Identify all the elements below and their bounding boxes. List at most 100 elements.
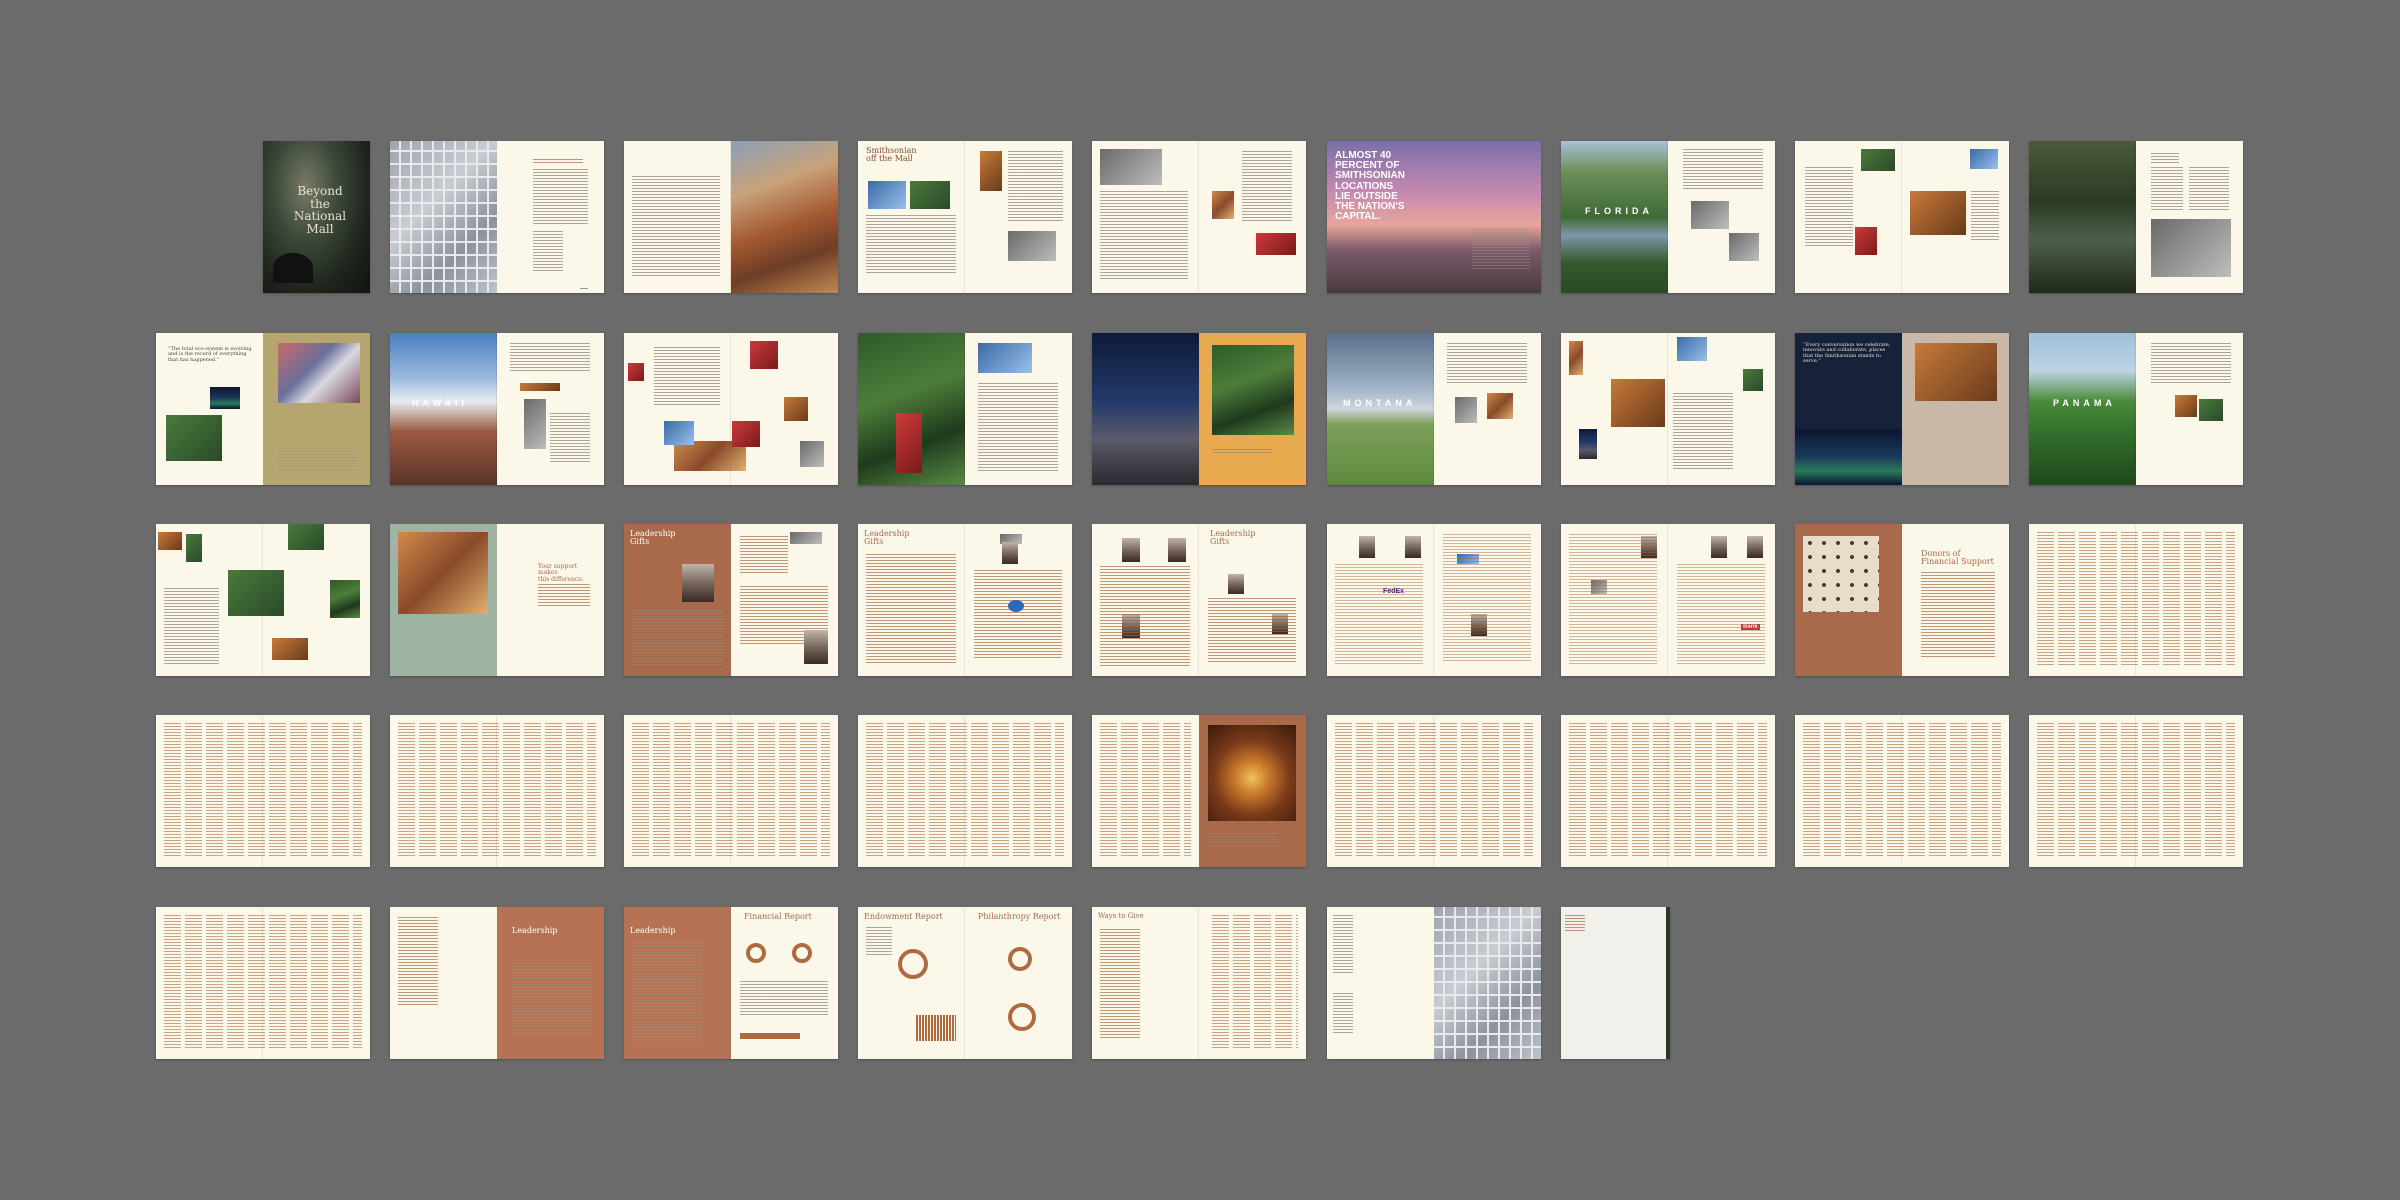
page-thumbnail-spread[interactable]: [1327, 907, 1541, 1059]
page-thumbnail-spread[interactable]: [2029, 715, 2243, 867]
page-thumbnail-spread[interactable]: [624, 715, 838, 867]
leadership-gifts-title-line: Gifts: [1210, 537, 1230, 547]
page-thumbnail-spread[interactable]: MONTANA: [1327, 333, 1541, 485]
page-thumbnail-spread[interactable]: [156, 715, 370, 867]
page-thumbnail-spread[interactable]: [2029, 141, 2243, 293]
page-thumbnail-spread[interactable]: [1327, 715, 1541, 867]
photo: [166, 415, 222, 461]
page-thumbnail-spread[interactable]: ALMOST 40 PERCENT OF SMITHSONIAN LOCATIO…: [1327, 141, 1541, 293]
pull-quote: “The total eco-system is evolving and is…: [168, 346, 252, 363]
canoe-image: [520, 383, 560, 391]
page-thumbnail-spread[interactable]: Leadership: [390, 907, 604, 1059]
page-thumbnail-spread[interactable]: FedEx: [1327, 524, 1541, 676]
page-fold: [730, 715, 731, 867]
page-thumbnail-spread[interactable]: “Every conversation we celebrate, innova…: [1795, 333, 2009, 485]
cover-title-line: Beyond: [297, 184, 343, 198]
page-thumbnail-spread[interactable]: [1092, 715, 1306, 867]
page-thumbnail-spread[interactable]: HAWAII: [390, 333, 604, 485]
page-thumbnail-spread[interactable]: [1795, 715, 2009, 867]
body-text: [1921, 572, 1995, 658]
page-thumbnail-spread[interactable]: Endowment Report Philanthropy Report: [858, 907, 1072, 1059]
page-thumbnail-cover[interactable]: Beyond the National Mall: [263, 141, 370, 293]
page-thumbnail-back-cover[interactable]: [1561, 907, 1670, 1059]
body-text: [1443, 534, 1531, 662]
donor-name-columns: [632, 723, 830, 857]
page-fold: [2135, 333, 2136, 485]
photo: [1910, 191, 1966, 235]
support-headline-line: Your support makes: [538, 563, 578, 577]
page-thumbnail-spread[interactable]: Leadership Gifts: [624, 524, 838, 676]
photo: [278, 343, 360, 403]
page-thumbnail-spread[interactable]: [858, 333, 1072, 485]
photo: [1803, 536, 1879, 612]
page-fold: [1198, 907, 1199, 1059]
photo: [186, 534, 202, 562]
page-thumbnail-spread[interactable]: Leadership Gifts: [1092, 524, 1306, 676]
photo: [784, 397, 808, 421]
photo: [980, 151, 1002, 191]
stamp-collage-image: [390, 141, 497, 293]
page-thumbnail-spread[interactable]: Bank: [1561, 524, 1775, 676]
body-text: [978, 383, 1058, 471]
page-thumbnail-spread[interactable]: [156, 524, 370, 676]
page-thumbnail-spread[interactable]: [1795, 141, 2009, 293]
page-thumbnail-spread[interactable]: Ways to Give: [1092, 907, 1306, 1059]
donor-name-columns: [398, 723, 596, 857]
page-thumbnail-spread[interactable]: [624, 141, 838, 293]
page-thumbnail-spread[interactable]: [1561, 333, 1775, 485]
page-thumbnail-spread[interactable]: “The total eco-system is evolving and is…: [156, 333, 370, 485]
page-fold: [262, 907, 263, 1059]
caption: [278, 451, 358, 471]
portrait-photo: [682, 564, 714, 602]
photo: [158, 532, 182, 550]
body-text: [1100, 191, 1188, 281]
callout-almost-40: ALMOST 40 PERCENT OF SMITHSONIAN LOCATIO…: [1335, 150, 1405, 222]
body-text: [1335, 564, 1423, 664]
photo: [2151, 219, 2231, 277]
donor-name-columns: [2037, 532, 2235, 666]
logo: [1008, 600, 1024, 612]
page-thumbnail-spread[interactable]: [390, 141, 604, 293]
page-thumbnail-spread[interactable]: [624, 333, 838, 485]
page-thumbnail-spread[interactable]: [2029, 524, 2243, 676]
photo: [1970, 149, 1998, 169]
page-thumbnail-spread[interactable]: FLORIDA: [1561, 141, 1775, 293]
leadership-gifts-title: Leadership Gifts: [1210, 529, 1255, 547]
page-thumbnail-spread[interactable]: Leadership Gifts: [858, 524, 1072, 676]
photo: [628, 363, 644, 381]
page-thumbnail-spread[interactable]: Your support makes this difference.: [390, 524, 604, 676]
observatory-photo: [1092, 333, 1199, 485]
body-text: [398, 917, 438, 1007]
page-number: [580, 288, 588, 289]
body-text: [510, 343, 590, 373]
page-fold: [2135, 141, 2136, 293]
river-photo: [1561, 141, 1668, 293]
page-thumbnail-spread[interactable]: [1092, 141, 1306, 293]
callout-hawaii: HAWAII: [412, 398, 469, 408]
photo: [330, 580, 360, 618]
photo: [1569, 341, 1583, 375]
caption: [1208, 833, 1278, 847]
page-thumbnail-spread[interactable]: Leadership Financial Report: [624, 907, 838, 1059]
page-thumbnail-spread[interactable]: [1092, 333, 1306, 485]
dinosaur-photo: [1915, 343, 1997, 401]
callout-florida: FLORIDA: [1585, 206, 1653, 216]
donor-name-columns: [1100, 723, 1191, 857]
portrait-photo: [1002, 542, 1018, 564]
leadership-gifts-title: Leadership Gifts: [630, 529, 676, 547]
photo: [2175, 395, 2197, 417]
page-thumbnail-spread[interactable]: [390, 715, 604, 867]
page-thumbnail-spread[interactable]: PANAMA: [2029, 333, 2243, 485]
page-thumbnail-spread[interactable]: [1561, 715, 1775, 867]
page-thumbnail-spread[interactable]: [156, 907, 370, 1059]
photo: [800, 441, 824, 467]
page-thumbnail-spread[interactable]: Smithsonian off the Mall: [858, 141, 1072, 293]
portrait-photo: [1122, 538, 1140, 562]
body-text: [1677, 564, 1765, 664]
page-thumbnail-spread[interactable]: Donors of Financial Support: [1795, 524, 2009, 676]
body-text: [1971, 191, 1999, 241]
aurora-photo: [1795, 429, 1902, 485]
donor-name-columns: [164, 723, 362, 857]
heading-lines: [2151, 153, 2179, 163]
page-thumbnail-spread[interactable]: [858, 715, 1072, 867]
